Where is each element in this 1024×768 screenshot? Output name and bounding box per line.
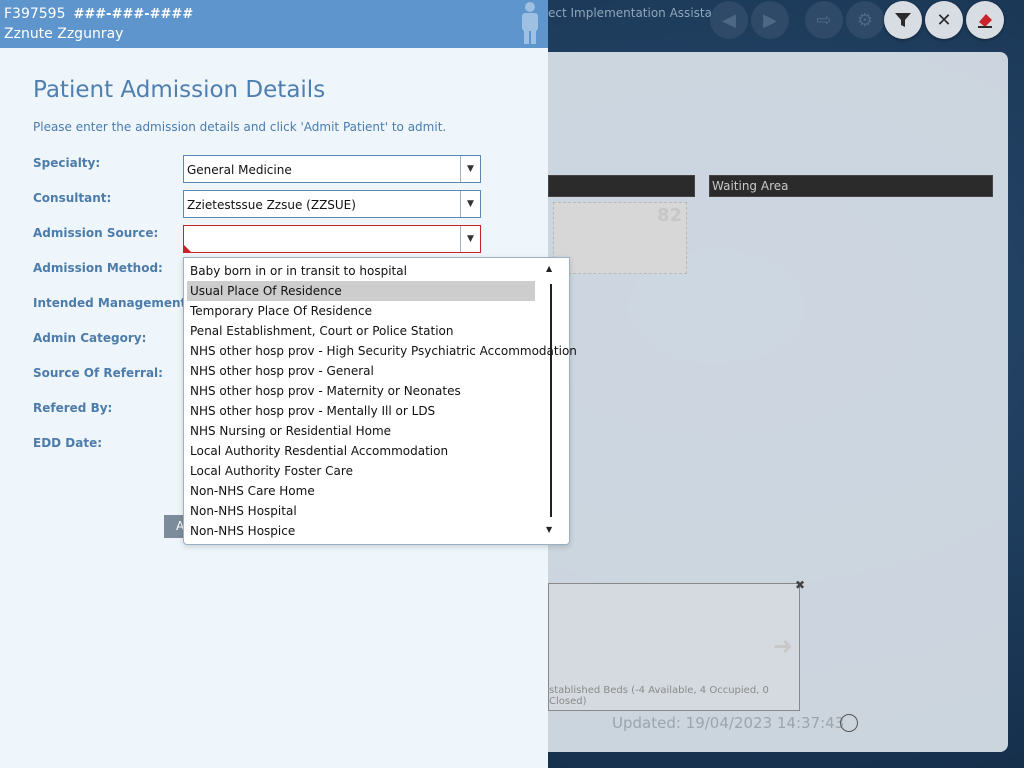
filter-button[interactable] <box>884 1 922 39</box>
arrow-left-icon: ◀ <box>722 9 736 31</box>
dropdown-option[interactable]: Baby born in or in transit to hospital <box>187 261 535 281</box>
patient-header: F397595 ###-###-#### Zznute Zzgunray <box>0 0 548 48</box>
patient-id: F397595 <box>4 6 66 22</box>
chevron-down-icon[interactable]: ▼ <box>460 156 480 182</box>
ward-header-bar <box>548 175 695 197</box>
filter-icon <box>895 13 911 27</box>
instructions: Please enter the admission details and c… <box>33 120 447 134</box>
admission-source-dropdown[interactable]: Baby born in or in transit to hospital Us… <box>183 257 577 545</box>
dropdown-option[interactable]: NHS other hosp prov - Mentally Ill or LD… <box>187 401 535 421</box>
waiting-area-header: Waiting Area <box>709 175 993 197</box>
edd-date-label: EDD Date: <box>33 436 103 450</box>
summary-box: ✖ ➜ stablished Beds (-4 Available, 4 Occ… <box>548 578 805 711</box>
arrow-right-icon: ▶ <box>763 9 777 31</box>
beds-summary: stablished Beds (-4 Available, 4 Occupie… <box>549 685 769 707</box>
source-of-referral-label: Source Of Referral: <box>33 366 163 380</box>
chevron-down-icon[interactable]: ▼ <box>460 191 480 217</box>
scroll-down-icon[interactable]: ▼ <box>546 525 552 534</box>
patient-id-line: F397595 ###-###-#### <box>4 6 193 22</box>
eraser-icon <box>978 14 992 28</box>
dropdown-option[interactable]: Temporary Place Of Residence <box>187 301 535 321</box>
scroll-up-icon[interactable]: ▲ <box>546 264 552 273</box>
admission-source-label: Admission Source: <box>33 226 159 240</box>
dropdown-option[interactable]: Usual Place Of Residence <box>187 281 535 301</box>
dropdown-option[interactable]: Local Authority Resdential Accommodation <box>187 441 535 461</box>
consultant-value: Zzietestssue Zzsue (ZZSUE) <box>187 198 356 212</box>
dropdown-option[interactable]: NHS other hosp prov - General <box>187 361 535 381</box>
validation-error-marker <box>184 245 191 252</box>
chevron-down-icon[interactable]: ▼ <box>460 226 480 252</box>
dropdown-option[interactable]: NHS other hosp prov - High Security Psyc… <box>187 341 577 361</box>
close-button[interactable]: ✕ <box>925 1 963 39</box>
nhs-number: ###-###-#### <box>73 7 194 22</box>
gear-icon: ⚙ <box>856 9 874 31</box>
dropdown-option[interactable]: Non-NHS Care Home <box>187 481 535 501</box>
dropdown-option[interactable]: NHS other hosp prov - Maternity or Neona… <box>187 381 535 401</box>
specialty-combo[interactable]: General Medicine ▼ <box>183 155 481 183</box>
app-title: ect Implementation Assistant <box>548 6 725 20</box>
back-button[interactable]: ◀ <box>710 1 748 39</box>
bed-number: 82 <box>656 205 682 226</box>
close-icon[interactable]: ✖ <box>795 578 805 592</box>
export-button[interactable]: ⇨ <box>805 1 843 39</box>
dropdown-options: Baby born in or in transit to hospital Us… <box>187 261 577 541</box>
admission-method-label: Admission Method: <box>33 261 163 275</box>
eraser-button[interactable] <box>966 1 1004 39</box>
close-icon: ✕ <box>936 9 952 31</box>
dropdown-scrollbar[interactable]: ▲ ▼ <box>545 264 557 538</box>
specialty-value: General Medicine <box>187 163 292 177</box>
dropdown-option[interactable]: Penal Establishment, Court or Police Sta… <box>187 321 535 341</box>
dropdown-option[interactable]: Local Authority Foster Care <box>187 461 535 481</box>
updated-label: Updated: 19/04/2023 14:37:43 <box>612 714 845 732</box>
scroll-thumb[interactable] <box>550 284 552 517</box>
admin-category-label: Admin Category: <box>33 331 147 345</box>
page-title: Patient Admission Details <box>33 77 326 103</box>
dropdown-option[interactable]: Non-NHS Hospice <box>187 521 535 541</box>
bed-slot[interactable]: 82 <box>553 202 687 274</box>
forward-button[interactable]: ▶ <box>751 1 789 39</box>
settings-button[interactable]: ⚙ <box>846 1 884 39</box>
arrow-right-icon[interactable]: ➜ <box>773 632 793 660</box>
specialty-label: Specialty: <box>33 156 101 170</box>
dropdown-option[interactable]: Non-NHS Hospital <box>187 501 535 521</box>
refresh-indicator[interactable] <box>840 714 858 732</box>
admission-source-combo[interactable]: ▼ <box>183 225 481 253</box>
consultant-combo[interactable]: Zzietestssue Zzsue (ZZSUE) ▼ <box>183 190 481 218</box>
dropdown-option[interactable]: NHS Nursing or Residential Home <box>187 421 535 441</box>
intended-management-label: Intended Management: <box>33 296 192 310</box>
patient-name: Zznute Zzgunray <box>4 26 124 42</box>
consultant-label: Consultant: <box>33 191 112 205</box>
person-icon <box>522 2 538 44</box>
refered-by-label: Refered By: <box>33 401 113 415</box>
export-icon: ⇨ <box>816 9 832 31</box>
